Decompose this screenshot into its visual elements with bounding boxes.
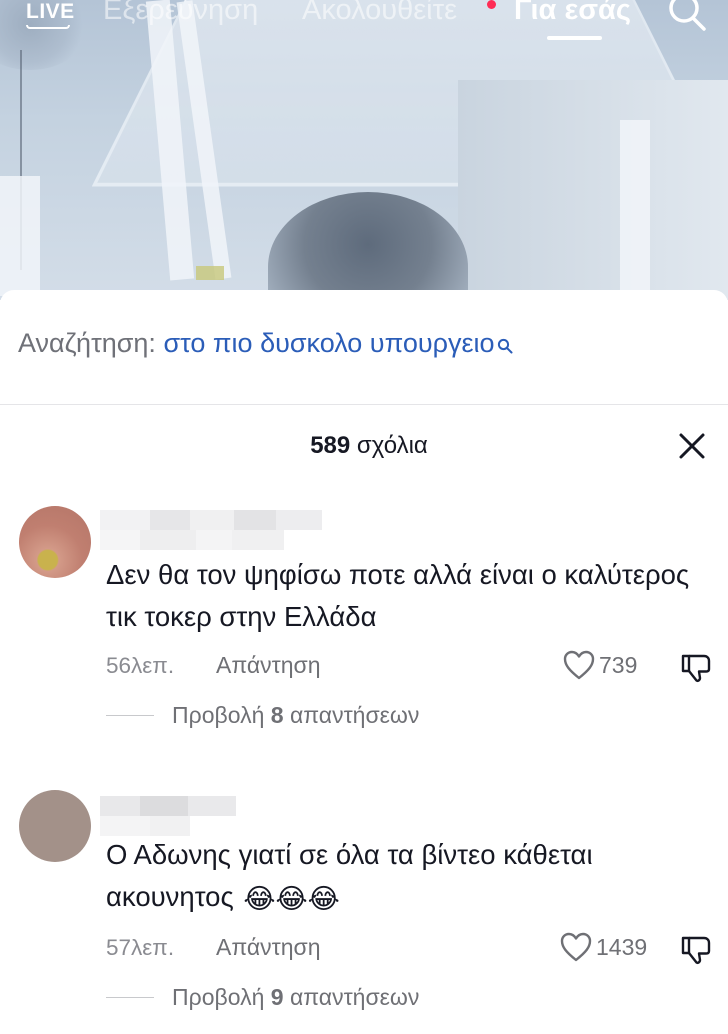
wall-column: [0, 176, 40, 296]
tab-for-you[interactable]: Για εσάς: [514, 0, 631, 28]
view-replies-count: 8: [270, 702, 284, 728]
comment-item: Ο Αδωνης γιατί σε όλα τα βίντεο κάθεται …: [0, 790, 728, 1034]
replies-divider: [106, 997, 154, 998]
dislike-button[interactable]: [680, 652, 712, 684]
comment-count: 589 σχόλια: [0, 432, 728, 460]
search-suggestion-label: Αναζήτηση:: [18, 328, 156, 358]
dislike-button[interactable]: [680, 934, 712, 966]
comments-header: 589 σχόλια: [0, 422, 728, 468]
thumbs-down-icon: [681, 936, 711, 965]
active-tab-indicator: [547, 36, 602, 40]
view-replies-button[interactable]: Προβολή 8 απαντήσεων: [106, 702, 419, 729]
search-suggestion-text: Αναζήτηση: στο πιο δυσκολο υπουργειο: [18, 328, 513, 361]
like-button[interactable]: 739: [563, 650, 637, 680]
comment-item: Δεν θα τον ψηφίσω ποτε αλλά είναι ο καλύ…: [0, 506, 728, 756]
close-icon: [679, 433, 705, 459]
comments-sheet: Αναζήτηση: στο πιο δυσκολο υπουργειο 589…: [0, 290, 728, 1034]
reply-button[interactable]: Απάντηση: [216, 652, 321, 679]
view-replies-suffix: απαντήσεων: [289, 702, 420, 728]
username-blurred[interactable]: [100, 510, 322, 530]
heart-icon: [560, 932, 592, 962]
background-wall: [458, 80, 728, 300]
comment-count-number: 589: [310, 432, 351, 459]
top-navigation: LIVE Εξερεύνηση Ακολουθείτε Για εσάς: [0, 0, 728, 48]
username-blurred[interactable]: [100, 796, 236, 816]
tab-explore[interactable]: Εξερεύνηση: [103, 0, 258, 28]
like-button[interactable]: 1439: [560, 932, 647, 962]
reply-button[interactable]: Απάντηση: [216, 934, 321, 961]
search-button[interactable]: [666, 0, 708, 34]
view-replies-prefix: Προβολή: [172, 702, 265, 728]
view-replies-suffix: απαντήσεων: [289, 984, 420, 1010]
search-suggestion[interactable]: Αναζήτηση: στο πιο δυσκολο υπουργειο: [0, 290, 728, 405]
avatar[interactable]: [19, 790, 91, 862]
comment-timestamp: 56λεπ.: [106, 653, 175, 678]
comment-text-body: Ο Αδωνης γιατί σε όλα τα βίντεο κάθεται …: [106, 839, 593, 912]
view-replies-button[interactable]: Προβολή 9 απαντήσεων: [106, 984, 419, 1011]
heart-icon: [563, 650, 595, 680]
laughing-emoji: 😂😂😂: [243, 882, 340, 914]
person-head: [268, 192, 468, 300]
view-replies-prefix: Προβολή: [172, 984, 265, 1010]
view-replies-count: 9: [270, 984, 284, 1010]
live-tv-icon: [26, 25, 70, 29]
wall-column: [620, 120, 650, 300]
following-notification-dot: [487, 0, 496, 9]
tab-following[interactable]: Ακολουθείτε: [302, 0, 457, 28]
like-count: 1439: [596, 933, 648, 960]
search-suggestion-query[interactable]: στο πιο δυσκολο υπουργειο: [163, 328, 494, 358]
close-button[interactable]: [678, 432, 706, 460]
avatar[interactable]: [19, 506, 91, 578]
comment-count-label: σχόλια: [356, 432, 428, 459]
comment-timestamp: 57λεπ.: [106, 935, 175, 960]
live-button[interactable]: LIVE: [26, 0, 75, 29]
live-label: LIVE: [26, 0, 75, 23]
thumbs-down-icon: [681, 654, 711, 683]
username-blurred-row: [100, 530, 322, 550]
comment-text: Ο Αδωνης γιατί σε όλα τα βίντεο κάθεται …: [106, 834, 706, 920]
replies-divider: [106, 715, 154, 716]
comment-text: Δεν θα τον ψηφίσω ποτε αλλά είναι ο καλύ…: [106, 559, 690, 632]
search-icon: [497, 330, 513, 361]
ceiling-lamp: [196, 266, 224, 280]
search-icon: [669, 0, 706, 31]
like-count: 739: [599, 651, 638, 678]
username-blurred-row: [100, 816, 190, 836]
